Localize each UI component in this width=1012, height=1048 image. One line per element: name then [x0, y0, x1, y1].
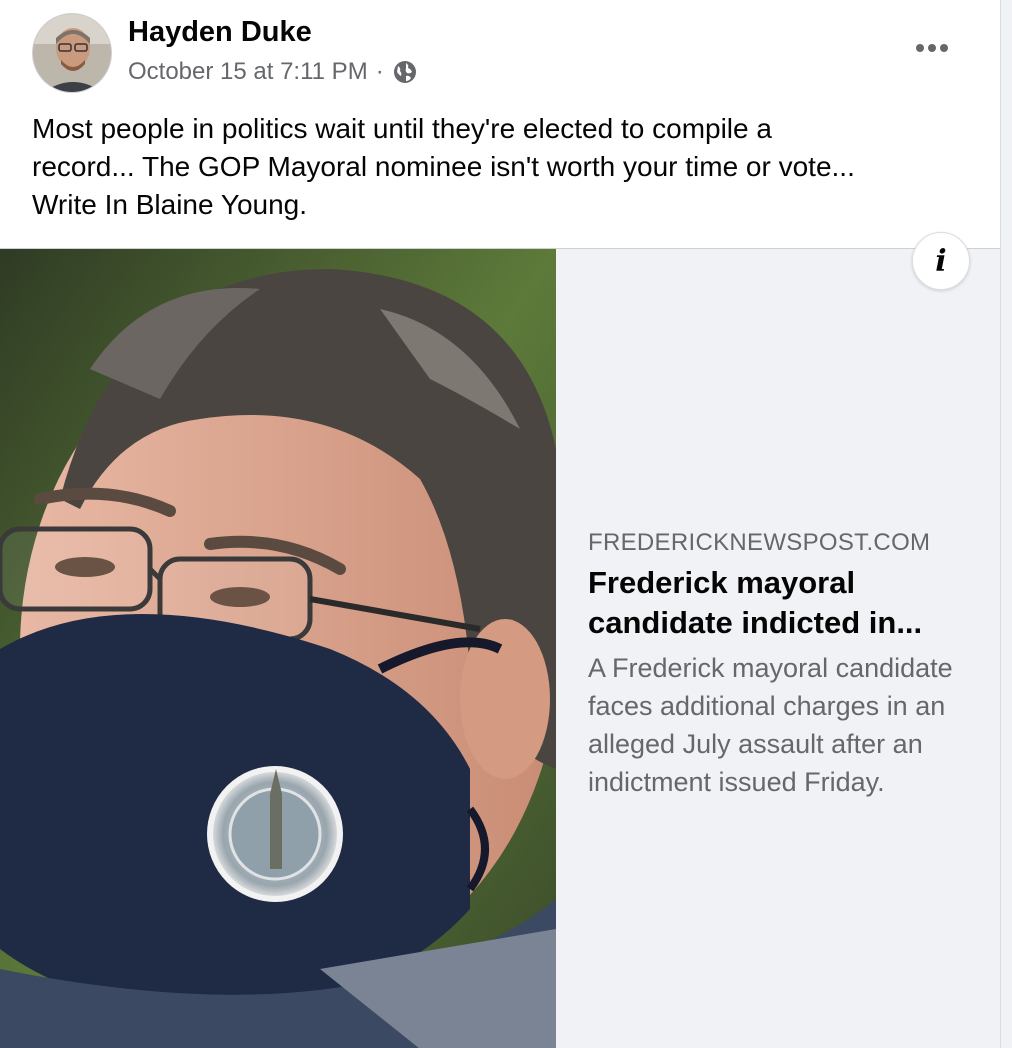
more-dot [916, 44, 924, 52]
link-preview-card[interactable]: FREDERICKNEWSPOST.COM Frederick mayoral … [0, 248, 1000, 1048]
more-dot [928, 44, 936, 52]
link-preview-image[interactable] [0, 249, 556, 1048]
message-line: record... The GOP Mayoral nominee isn't … [32, 151, 855, 182]
post-header: Hayden Duke October 15 at 7:11 PM · [0, 0, 1000, 100]
more-dot [940, 44, 948, 52]
message-line: Write In Blaine Young. [32, 189, 308, 220]
facebook-post: Hayden Duke October 15 at 7:11 PM · Most… [0, 0, 1000, 1048]
post-meta: October 15 at 7:11 PM · [128, 58, 418, 86]
link-domain: FREDERICKNEWSPOST.COM [588, 529, 931, 556]
info-glyph: i [935, 243, 947, 279]
more-options-icon[interactable] [908, 30, 956, 66]
link-description: A Frederick mayoral candidate faces addi… [588, 653, 953, 797]
link-title[interactable]: Frederick mayoral candidate indicted in.… [588, 563, 978, 643]
avatar-photo [33, 14, 111, 92]
author-name[interactable]: Hayden Duke [128, 16, 312, 49]
page-gutter [1000, 0, 1012, 1048]
message-line: Most people in politics wait until they'… [32, 113, 772, 144]
author-avatar[interactable] [32, 13, 112, 93]
post-timestamp[interactable]: October 15 at 7:11 PM [128, 58, 368, 86]
meta-separator: · [375, 58, 384, 85]
globe-icon[interactable] [392, 59, 418, 85]
post-message: Most people in politics wait until they'… [32, 110, 972, 224]
link-preview-text[interactable]: FREDERICKNEWSPOST.COM Frederick mayoral … [556, 249, 1000, 1048]
article-photo [0, 249, 556, 1048]
info-icon[interactable]: i [912, 232, 970, 290]
